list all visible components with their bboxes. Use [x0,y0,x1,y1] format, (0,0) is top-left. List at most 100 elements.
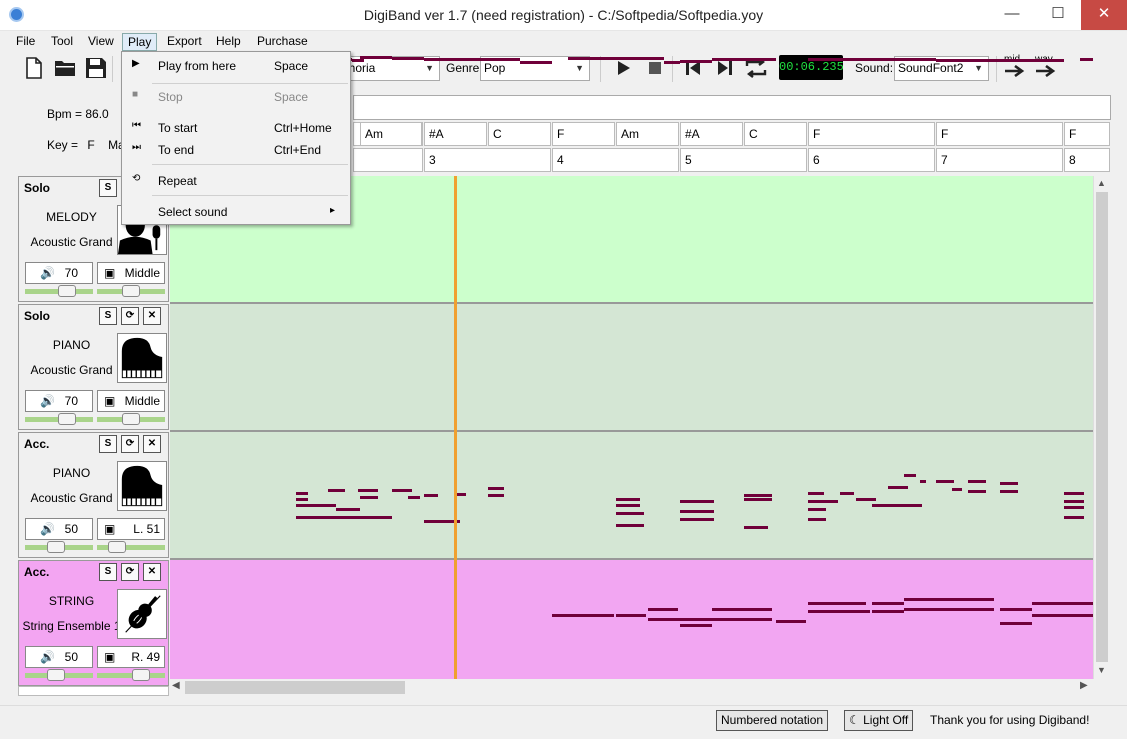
note-block[interactable] [616,498,640,501]
note-block[interactable] [664,61,680,64]
lyrics-bar[interactable] [353,95,1111,120]
note-block[interactable] [904,474,916,477]
lane-piano-solo[interactable] [170,304,1093,430]
solo-button[interactable]: S [99,563,117,581]
add-track-area[interactable] [18,686,169,696]
note-block[interactable] [552,614,584,617]
note-block[interactable] [744,498,772,501]
note-block[interactable] [520,61,552,64]
note-block[interactable] [952,488,962,491]
loop-button[interactable]: ⟳ [121,435,139,453]
note-block[interactable] [1064,516,1084,519]
maximize-button[interactable]: ☐ [1035,0,1081,30]
volume-slider-thumb[interactable] [46,669,65,681]
instrument-name[interactable]: String Ensemble 1 [19,619,124,633]
note-block[interactable] [840,492,854,495]
chord-cell[interactable]: C [488,122,551,146]
solo-button[interactable]: S [99,179,117,197]
scrollbar-thumb[interactable] [185,681,405,694]
note-block[interactable] [360,496,378,499]
note-block[interactable] [336,508,360,511]
note-block[interactable] [888,486,908,489]
note-block[interactable] [680,510,714,513]
vertical-scrollbar[interactable]: ▲ ▼ [1093,176,1110,679]
note-block[interactable] [616,512,644,515]
instrument-name[interactable]: Acoustic Grand [19,491,124,505]
volume-slider-thumb[interactable] [46,541,65,553]
note-block[interactable] [328,489,345,492]
pan-slider[interactable] [97,545,165,550]
note-block[interactable] [1064,506,1084,509]
scroll-up-icon[interactable]: ▲ [1097,178,1106,188]
note-block[interactable] [1000,490,1018,493]
note-block[interactable] [616,614,646,617]
note-block[interactable] [712,618,772,621]
lane-string[interactable] [170,560,1093,686]
chord-cell[interactable]: F [936,122,1063,146]
note-block[interactable] [488,494,504,497]
note-block[interactable] [488,487,504,490]
scroll-left-icon[interactable]: ◀ [172,680,180,691]
pan-slider[interactable] [97,673,165,678]
delete-track-button[interactable]: ✕ [143,435,161,453]
note-block[interactable] [936,59,1064,62]
open-folder-icon[interactable] [53,56,77,80]
pan-control[interactable]: ▣ R. 49 [97,646,165,668]
piano-icon[interactable] [117,333,167,383]
menu-item-to-end[interactable]: ⏭ To end Ctrl+End [122,139,350,161]
menu-play[interactable]: Play [122,33,158,51]
note-block[interactable] [872,504,922,507]
note-block[interactable] [296,504,336,507]
menu-item-select-sound[interactable]: Select sound ▸ [122,201,350,223]
note-block[interactable] [456,493,466,496]
close-button[interactable]: ✕ [1081,0,1127,30]
note-block[interactable] [712,58,728,61]
note-block[interactable] [648,608,678,611]
note-block[interactable] [680,624,712,627]
bpm-value[interactable]: Bpm = 86.0 [47,107,109,121]
instrument-name[interactable]: Acoustic Grand [19,235,124,249]
chord-cell[interactable]: F [1064,122,1110,146]
scroll-down-icon[interactable]: ▼ [1097,665,1106,675]
note-block[interactable] [616,504,640,507]
playhead[interactable] [454,176,457,679]
note-block[interactable] [1064,492,1084,495]
chord-cell[interactable]: #A [680,122,743,146]
note-block[interactable] [968,480,986,483]
chord-cell[interactable]: F [808,122,935,146]
numbered-notation-button[interactable]: Numbered notation [716,710,829,731]
note-block[interactable] [358,489,378,492]
scrollbar-thumb[interactable] [1096,192,1108,662]
note-block[interactable] [392,57,424,60]
menu-purchase[interactable]: Purchase [252,33,313,51]
note-block[interactable] [808,602,866,605]
chord-cell[interactable]: F [552,122,615,146]
menu-item-to-start[interactable]: ⏮ To start Ctrl+Home [122,117,350,139]
note-block[interactable] [680,500,714,503]
note-block[interactable] [808,500,838,503]
light-off-button[interactable]: ☾ Light Off [844,710,914,731]
note-block[interactable] [392,489,412,492]
note-block[interactable] [920,480,926,483]
volume-slider-thumb[interactable] [58,413,77,425]
note-block[interactable] [296,492,308,495]
note-block[interactable] [872,610,904,613]
pan-slider-thumb[interactable] [132,669,151,681]
note-block[interactable] [808,508,826,511]
note-block[interactable] [808,610,870,613]
note-block[interactable] [648,618,680,621]
note-block[interactable] [968,490,986,493]
menu-file[interactable]: File [11,33,40,51]
track-header-piano-solo[interactable]: Solo S ⟳ ✕ PIANO Acoustic Grand 🔊 70 ▣ Mid… [18,304,169,430]
piano-icon[interactable] [117,461,167,511]
note-block[interactable] [856,498,876,501]
chord-cell[interactable]: Am [616,122,679,146]
violin-icon[interactable] [117,589,167,639]
note-block[interactable] [1032,602,1093,605]
loop-button[interactable]: ⟳ [121,563,139,581]
menu-help[interactable]: Help [211,33,246,51]
track-header-string[interactable]: Acc. S ⟳ ✕ STRING String Ensemble 1 🔊 50 … [18,560,169,686]
note-block[interactable] [808,518,826,521]
menu-item-stop[interactable]: ■ Stop Space [122,86,350,110]
pan-slider-thumb[interactable] [108,541,127,553]
